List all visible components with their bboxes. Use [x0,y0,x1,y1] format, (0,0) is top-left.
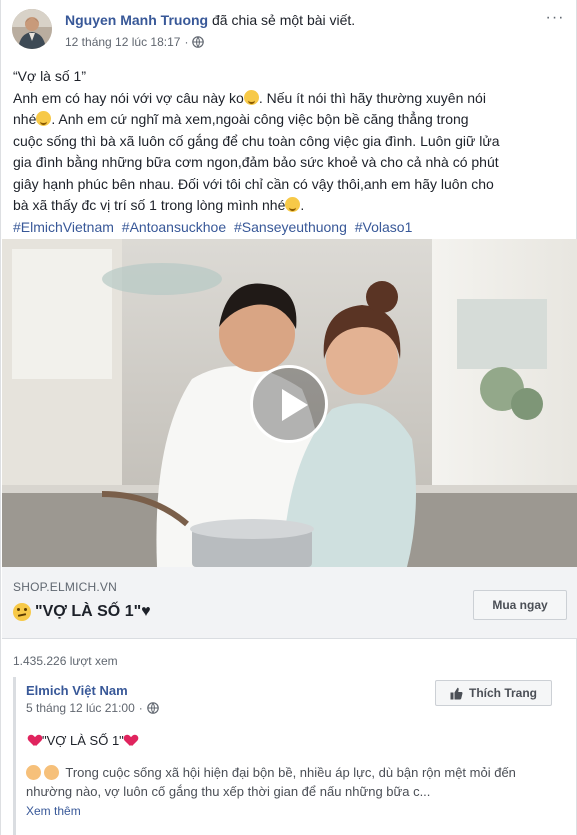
shared-post-text: Trong cuộc sống xã hội hiện đại bộn bề, … [26,763,556,801]
meta-separator: · [138,701,143,715]
heart-icon [29,735,41,746]
post-line-6: bà xã thấy đc vị trí số 1 trong lòng mìn… [13,197,305,213]
baby-emoji-icon [26,765,41,780]
hashtag-volaso1[interactable]: #Volaso1 [355,219,413,235]
post-meta: 12 tháng 12 lúc 18:17 · [65,35,205,49]
link-title[interactable]: "VỢ LÀ SỐ 1"♥ [13,603,151,621]
shared-post-title: "VỢ LÀ SỐ 1" [28,733,138,748]
post-line-4: gia đình bằng những bữa cơm ngon,đảm bảo… [13,154,499,170]
thumbs-up-icon [450,687,463,699]
more-options-icon[interactable]: ··· [543,9,567,27]
like-page-button[interactable]: Thích Trang [435,680,552,706]
post-timestamp[interactable]: 12 tháng 12 lúc 18:17 [65,35,180,49]
shared-text-line-2: nhường nào, vợ luôn cố gắng thu xếp thời… [26,784,431,799]
link-preview[interactable]: SHOP.ELMICH.VN "VỢ LÀ SỐ 1"♥ Mua ngay [2,567,577,639]
heart-icon [125,735,137,746]
smile-emoji-icon [243,89,259,105]
hashtag-antoansuckhoe[interactable]: #Antoansuckhoe [122,219,226,235]
shared-text-line-1: Trong cuộc sống xã hội hiện đại bộn bề, … [65,765,516,780]
post-line-1: Anh em có hay nói với vợ câu này ko. Nếu… [13,89,486,106]
view-count: 1.435.226 lượt xem [13,654,118,668]
globe-icon[interactable] [146,702,159,714]
post-line-3: cuộc sống thì bà xã luôn cố gắng để chu … [13,132,500,149]
hashtag-sanseyeuthuong[interactable]: #Sanseyeuthuong [234,219,347,235]
like-page-label: Thích Trang [468,686,537,700]
wink-emoji-icon [36,111,52,126]
post-header: Nguyen Manh Truong đã chia sẻ một bài vi… [12,9,567,53]
hashtag-elmichvietnam[interactable]: #ElmichVietnam [13,219,114,235]
hashtag-list: #ElmichVietnam #Antoansuckhoe #Sanseyeut… [13,217,561,239]
link-title-text: "VỢ LÀ SỐ 1"♥ [35,603,151,620]
woman-emoji-icon [44,765,59,780]
see-more-link[interactable]: Xem thêm [26,804,81,818]
hug-emoji-icon [285,197,301,212]
post-card: Nguyen Manh Truong đã chia sẻ một bài vi… [0,0,577,835]
post-line-5: giây hạnh phúc bên nhau. Đối với tôi chỉ… [13,175,494,192]
shared-page-name[interactable]: Elmich Việt Nam [26,683,128,698]
globe-icon[interactable] [192,36,205,48]
post-line-2: nhé. Anh em cứ nghĩ mà xem,ngoài công vi… [13,111,469,127]
author-line: Nguyen Manh Truong đã chia sẻ một bài vi… [65,12,355,28]
post-body: “Vợ là số 1” Anh em có hay nói với vợ câ… [13,66,561,238]
video-player[interactable] [2,239,577,567]
shared-post-timestamp[interactable]: 5 tháng 12 lúc 21:00 [26,701,135,715]
shared-post-title-text: "VỢ LÀ SỐ 1" [42,733,124,748]
link-domain: SHOP.ELMICH.VN [13,580,117,594]
shared-post: Elmich Việt Nam 5 tháng 12 lúc 21:00 · T… [13,677,566,835]
thinking-emoji-icon [13,603,31,621]
play-button-icon[interactable] [250,365,328,443]
shared-post-meta: 5 tháng 12 lúc 21:00 · [26,701,159,715]
shop-now-button[interactable]: Mua ngay [473,590,567,620]
author-name[interactable]: Nguyen Manh Truong [65,12,208,28]
shared-action-text: đã chia sẻ một bài viết. [212,12,356,28]
meta-separator: · [184,35,189,49]
author-avatar[interactable] [12,9,52,49]
post-title-line: “Vợ là số 1” [13,68,86,84]
